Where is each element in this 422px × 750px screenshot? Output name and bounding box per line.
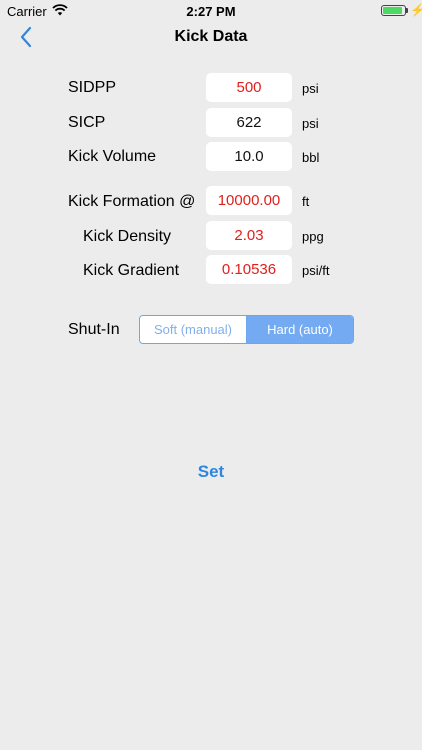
sicp-field[interactable]: 622 [206, 108, 292, 137]
nav-bar: Kick Data [0, 22, 422, 52]
kick-density-unit: ppg [302, 229, 324, 244]
battery-level [383, 7, 402, 14]
sidpp-label: SIDPP [68, 79, 117, 96]
kick-density-label: Kick Density [83, 228, 172, 245]
sicp-unit: psi [302, 116, 319, 131]
kick-gradient-label: Kick Gradient [83, 262, 180, 279]
sidpp-unit: psi [302, 81, 319, 96]
status-bar: Carrier 2:27 PM ⚡ [0, 0, 422, 22]
shut-in-hard-option[interactable]: Hard (auto) [247, 316, 353, 343]
kick-formation-label: Kick Formation @ [68, 193, 196, 210]
kick-volume-label: Kick Volume [68, 148, 157, 165]
kick-formation-unit: ft [302, 194, 310, 209]
kick-volume-field[interactable]: 10.0 [206, 142, 292, 171]
kick-gradient-field[interactable]: 0.10536 [206, 255, 292, 284]
page-title: Kick Data [174, 28, 248, 45]
kick-density-field[interactable]: 2.03 [206, 221, 292, 250]
status-time: 2:27 PM [186, 4, 236, 19]
set-button[interactable]: Set [0, 462, 422, 482]
battery-icon [381, 5, 406, 16]
charging-bolt-icon: ⚡ [410, 3, 422, 17]
sidpp-field[interactable]: 500 [206, 73, 292, 102]
shut-in-label: Shut-In [68, 321, 120, 338]
kick-volume-unit: bbl [302, 150, 320, 165]
shut-in-segmented-control: Soft (manual) Hard (auto) [139, 315, 354, 344]
sicp-label: SICP [68, 114, 106, 131]
shut-in-soft-option[interactable]: Soft (manual) [140, 316, 247, 343]
kick-formation-field[interactable]: 10000.00 [206, 186, 292, 215]
kick-gradient-unit: psi/ft [302, 263, 330, 278]
battery-tip [406, 8, 408, 13]
